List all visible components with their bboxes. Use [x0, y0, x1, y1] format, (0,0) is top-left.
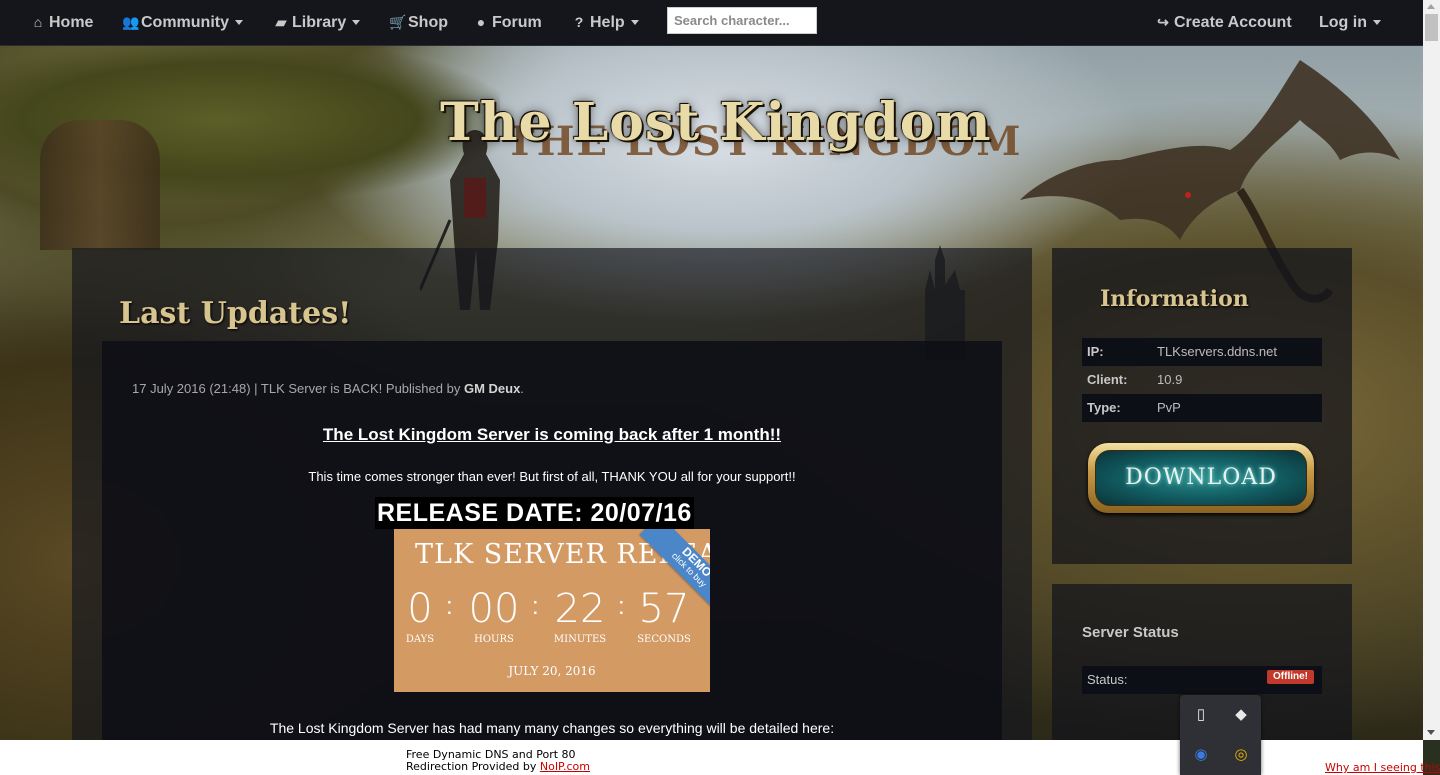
noip-line2: Redirection Provided by NoIP.com [406, 761, 590, 773]
page-scrollbar[interactable] [1423, 0, 1440, 740]
nav-home-label: Home [49, 14, 94, 31]
home-icon: ⌂ [33, 14, 43, 30]
caret-down-icon [352, 20, 361, 26]
information-panel: Information IP: TLKservers.ddns.net Clie… [1052, 248, 1352, 564]
nav-help[interactable]: ? Help [571, 0, 639, 45]
info-key: IP: [1087, 344, 1104, 359]
question-icon: ? [574, 14, 584, 30]
countdown-seconds: 57 SECONDS [634, 587, 694, 645]
noip-text: Free Dynamic DNS and Port 80 Redirection… [406, 749, 590, 773]
scroll-up-arrow-icon[interactable] [1427, 4, 1435, 9]
news-short-title: TLK Server is BACK! [260, 381, 383, 396]
countdown-hours-value: 00 [468, 586, 520, 632]
nav-community[interactable]: 👥Community [122, 0, 243, 45]
nav-library[interactable]: ▰ Library [273, 0, 361, 45]
info-value: PvP [1157, 400, 1181, 415]
release-date-heading: RELEASE DATE: 20/07/16 [375, 497, 694, 529]
top-navbar: ⌂ Home 👥Community ▰ Library 🛒Shop ● Forum ?… [0, 0, 1423, 46]
search-character-input[interactable] [667, 7, 817, 34]
download-button-label: DOWNLOAD [1095, 450, 1307, 506]
news-headline: The Lost Kingdom Server is coming back a… [322, 425, 782, 444]
tree-trunk-art [40, 120, 160, 250]
clipboard-icon[interactable]: ▯ [1191, 705, 1211, 725]
info-value: 10.9 [1157, 372, 1183, 387]
scroll-down-arrow-icon[interactable] [1427, 730, 1435, 735]
info-row-ip: IP: TLKservers.ddns.net [1082, 338, 1322, 366]
site-logo[interactable]: The Lost Kingdom [440, 92, 991, 162]
noip-line2-prefix: Redirection Provided by [406, 760, 540, 773]
book-icon: ▰ [275, 14, 287, 30]
cart-icon: 🛒 [389, 14, 407, 30]
countdown-widget[interactable]: TLK SERVER RELEA 0 DAYS : 00 HOURS : 22 … [394, 529, 710, 692]
countdown-separator: : [618, 593, 625, 620]
countdown-minutes-label: MINUTES [553, 634, 607, 645]
diamond-icon[interactable]: ◆ [1231, 705, 1251, 725]
countdown-hours-label: HOURS [474, 634, 514, 645]
nav-shop[interactable]: 🛒Shop [389, 0, 448, 45]
news-published-by: Published by [382, 381, 464, 396]
nav-community-label: Community [141, 14, 229, 31]
noip-link[interactable]: NoIP.com [540, 760, 590, 773]
chat-icon: ● [476, 14, 486, 30]
nav-forum-label: Forum [492, 14, 542, 31]
news-article: 17 July 2016 (21:48) | TLK Server is BAC… [102, 341, 1002, 740]
info-value: TLKservers.ddns.net [1157, 344, 1277, 359]
nav-home[interactable]: ⌂ Home [30, 0, 94, 45]
news-author-link[interactable]: GM Deux [464, 381, 520, 396]
nav-library-label: Library [292, 14, 347, 31]
countdown-minutes: 22 MINUTES [550, 587, 610, 645]
info-row-type: Type: PvP [1082, 394, 1322, 422]
news-separator: | [250, 381, 261, 396]
nav-create-account-label: Create Account [1174, 14, 1292, 31]
nav-login[interactable]: Log in [1319, 0, 1381, 45]
news-thanks-text: This time comes stronger than ever! But … [308, 469, 796, 484]
scroll-thumb[interactable] [1425, 14, 1438, 41]
info-key: Type: [1087, 400, 1121, 415]
main-content-panel: Last Updates! 17 July 2016 (21:48) | TLK… [72, 248, 1032, 740]
countdown-days-label: DAYS [405, 634, 435, 645]
news-period: . [520, 381, 524, 396]
caret-down-icon [235, 20, 243, 26]
share-arrow-icon: ↪ [1157, 14, 1169, 30]
information-title: Information [1100, 286, 1249, 312]
why-seeing-link[interactable]: Why am I seeing this? [1325, 761, 1440, 774]
countdown-separator: : [532, 593, 539, 620]
countdown-days-value: 0 [407, 586, 433, 632]
caret-down-icon [630, 20, 639, 26]
users-icon: 👥 [122, 14, 140, 30]
caret-down-icon [1372, 20, 1381, 26]
news-date: 17 July 2016 (21:48) [132, 381, 251, 396]
logo-text: The Lost Kingdom [440, 92, 992, 153]
nav-shop-label: Shop [408, 14, 448, 31]
page-title: Last Updates! [119, 296, 352, 331]
countdown-days: 0 DAYS [402, 587, 438, 645]
countdown-footer-date: JULY 20, 2016 [508, 664, 596, 678]
nav-login-label: Log in [1319, 14, 1367, 31]
shield-extension-icon[interactable]: ◉ [1191, 745, 1211, 765]
news-changes-intro: The Lost Kingdom Server has had many man… [269, 720, 835, 736]
countdown-hours: 00 HOURS [464, 587, 524, 645]
news-meta: 17 July 2016 (21:48) | TLK Server is BAC… [132, 381, 524, 396]
countdown-seconds-label: SECONDS [637, 634, 691, 645]
nav-forum[interactable]: ● Forum [473, 0, 542, 45]
nav-help-label: Help [590, 14, 625, 31]
status-label: Status: [1087, 672, 1128, 687]
countdown-separator: : [446, 593, 453, 620]
countdown-minutes-value: 22 [554, 586, 606, 632]
info-key: Client: [1087, 372, 1128, 387]
server-status-title: Server Status [1082, 624, 1179, 641]
status-badge: Offline! [1267, 670, 1314, 684]
countdown-seconds-value: 57 [638, 586, 690, 632]
info-row-client: Client: 10.9 [1082, 366, 1322, 394]
extension-popup: ▯ ◆ ◉ ◎ [1180, 695, 1261, 775]
nav-create-account[interactable]: ↪ Create Account [1155, 0, 1292, 45]
download-button[interactable]: DOWNLOAD [1088, 443, 1314, 513]
server-status-row: Status: Offline! [1082, 666, 1322, 694]
chrome-icon[interactable]: ◎ [1231, 745, 1251, 765]
